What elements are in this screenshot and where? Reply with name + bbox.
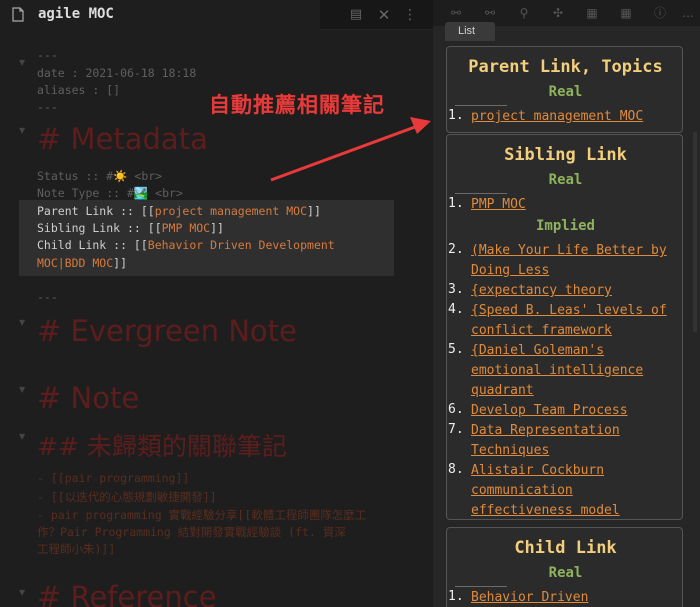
annotation-text: 自動推薦相關筆記 (209, 93, 385, 117)
frontmatter-open: --- (37, 48, 58, 62)
item-number: 8. (448, 462, 464, 477)
item-number: 7. (448, 422, 464, 437)
calendar-icon[interactable]: ▦ (585, 6, 599, 20)
card-title: Parent Link, Topics (468, 57, 663, 77)
divider (455, 586, 507, 587)
calendar-check-icon[interactable]: ▦ (619, 6, 633, 20)
sibling-link-item[interactable]: {Speed B. Leas' levels of conflict frame… (471, 301, 677, 341)
divider (455, 193, 507, 194)
graph-icon[interactable]: ⚯ (449, 6, 463, 20)
list-item[interactable]: - [[pair programming]] (37, 471, 189, 485)
card-title: Child Link (514, 538, 617, 558)
child-link-line: Child Link :: [[Behavior Driven Developm… (37, 238, 335, 252)
note-type-line: Note Type :: #🏞️ <br> (37, 186, 183, 200)
item-number: 6. (448, 402, 464, 417)
child-link-line-cont: MOC|BDD MOC]] (37, 256, 128, 270)
fold-icon[interactable]: ▼ (19, 126, 25, 135)
parent-link-line: Parent Link :: [[project management MOC]… (37, 204, 321, 218)
divider (455, 105, 507, 106)
item-number: 3. (448, 282, 464, 297)
card-title: Sibling Link (504, 145, 627, 165)
heading-reference: # Reference (37, 580, 217, 607)
frontmatter-aliases: aliases : [] (37, 83, 121, 97)
sibling-link-item[interactable]: {expectancy theory (471, 281, 677, 301)
real-label: Real (548, 84, 583, 100)
tab-list[interactable]: List (445, 22, 495, 41)
heading-evergreen-note: # Evergreen Note (37, 314, 297, 348)
real-label: Real (548, 172, 583, 188)
list-item[interactable]: - [[以迭代的心態規劃敏捷開發]] (37, 489, 217, 505)
fold-icon[interactable]: ▼ (19, 588, 25, 597)
item-number: 4. (448, 302, 464, 317)
implied-label: Implied (535, 218, 595, 234)
status-line: Status :: #☀️ <br> (37, 169, 163, 183)
sibling-link-line: Sibling Link :: [[PMP MOC]] (37, 221, 224, 235)
sibling-link[interactable]: PMP MOC (162, 221, 210, 235)
frontmatter-date: date : 2021-06-18 18:18 (37, 66, 197, 80)
heading-metadata: # Metadata (37, 122, 208, 156)
child-link-cont[interactable]: MOC|BDD MOC (37, 256, 113, 270)
breadcrumbs-sidebar: ⚯ ⚯ ⚲ ✣ ▦ ▦ ⓘ … List Parent Link, Topics… (433, 0, 700, 607)
sibling-link-item[interactable]: PMP MOC (471, 195, 677, 215)
sibling-link-item[interactable]: (Make Your Life Better by Doing Less (471, 241, 677, 281)
tab-bar: agile MOC ▤ ✕ ⋮ (0, 0, 433, 30)
item-number: 1. (448, 589, 464, 604)
list-item-cont[interactable]: 作？Pair Programming 結對開發實戰經驗談 (ft. 資深 (37, 524, 346, 540)
reading-view-icon[interactable]: ▤ (348, 7, 364, 23)
sibling-link-card: Sibling Link Real 1. PMP MOC Implied 2. … (446, 134, 683, 520)
item-number: 1. (448, 196, 464, 211)
list-item[interactable]: - pair programming 實戰經驗分享[[軟體工程師團隊怎麼工 (37, 507, 366, 523)
parent-link-item[interactable]: project management MOC (471, 107, 677, 127)
info-icon[interactable]: ⓘ (653, 6, 667, 20)
more-options-icon[interactable]: ⋮ (402, 7, 418, 23)
close-icon[interactable]: ✕ (376, 7, 392, 23)
backlinks-icon[interactable]: ⚯ (483, 6, 497, 20)
child-link-card: Child Link Real 1. Behavior Driven (446, 527, 683, 607)
file-icon (12, 7, 24, 22)
parent-link[interactable]: project management MOC (155, 204, 307, 218)
separator: --- (37, 290, 58, 304)
sibling-link-item[interactable]: Alistair Cockburn communication effectiv… (471, 461, 677, 519)
tab-title: agile MOC (38, 6, 114, 22)
item-number: 5. (448, 342, 464, 357)
list-item-cont[interactable]: 工程師小朱)]] (37, 541, 115, 557)
item-number: 1. (448, 108, 464, 123)
more-icon[interactable]: … (681, 6, 695, 20)
heading-unclassified: ## 未歸類的關聯筆記 (37, 432, 287, 461)
parent-link-card: Parent Link, Topics Real 1. project mana… (446, 46, 683, 133)
fold-icon[interactable]: ▼ (19, 58, 25, 67)
tab-agile-moc[interactable]: agile MOC (0, 0, 320, 30)
network-icon[interactable]: ✣ (551, 6, 565, 20)
child-link-item[interactable]: Behavior Driven (471, 588, 677, 607)
sibling-link-item[interactable]: Develop Team Process (471, 401, 677, 421)
search-icon[interactable]: ⚲ (517, 6, 531, 20)
child-link[interactable]: Behavior Driven Development (148, 238, 335, 252)
real-label: Real (548, 565, 583, 581)
heading-note: # Note (37, 381, 140, 415)
fold-icon[interactable]: ▼ (19, 432, 25, 441)
fold-icon[interactable]: ▼ (19, 318, 25, 327)
sibling-link-item[interactable]: Data Representation Techniques (471, 421, 677, 461)
item-number: 2. (448, 242, 464, 257)
scrollbar[interactable] (693, 132, 697, 332)
fold-icon[interactable]: ▼ (19, 385, 25, 394)
frontmatter-close: --- (37, 100, 58, 114)
sibling-link-item[interactable]: {Daniel Goleman's emotional intelligence… (471, 341, 677, 401)
